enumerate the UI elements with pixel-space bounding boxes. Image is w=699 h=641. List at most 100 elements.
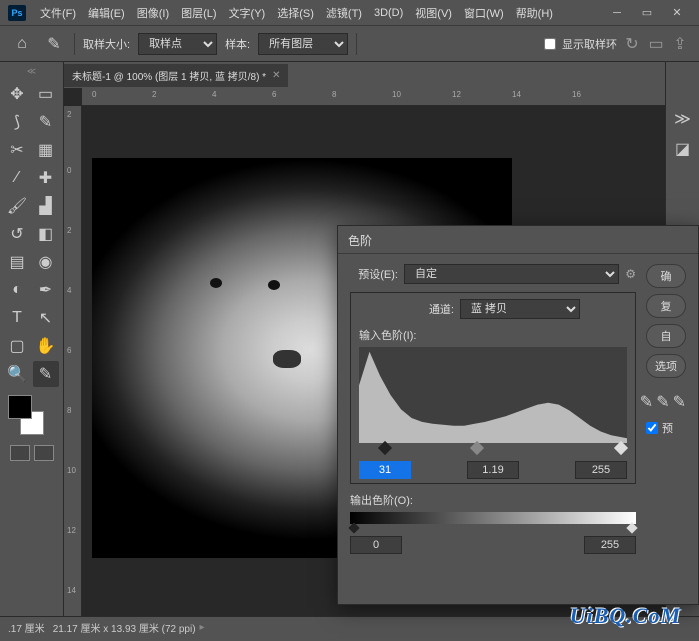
dialog-title[interactable]: 色阶: [338, 226, 698, 254]
input-black-handle[interactable]: [378, 441, 392, 455]
color-sampler-tool[interactable]: ✎: [33, 361, 59, 387]
gradient-tool[interactable]: ▤: [4, 249, 30, 275]
output-gradient[interactable]: [350, 512, 636, 524]
input-slider-track[interactable]: [359, 445, 627, 455]
document-tab[interactable]: 未标题-1 @ 100% (图层 1 拷贝, 蓝 拷贝/8) * ✕: [64, 64, 288, 87]
white-eyedropper-icon[interactable]: ✎: [673, 392, 686, 406]
quickmask-button[interactable]: [10, 445, 30, 461]
histogram-svg: [359, 347, 627, 443]
output-white-handle[interactable]: [626, 522, 637, 533]
move-tool[interactable]: ✥: [4, 81, 30, 107]
refresh-icon[interactable]: ↻: [623, 35, 641, 53]
auto-button[interactable]: 自: [646, 324, 686, 348]
panel-icon[interactable]: ▭: [647, 35, 665, 53]
ruler-tick: 14: [67, 586, 76, 595]
ruler-tick: 10: [392, 90, 401, 99]
menu-filter[interactable]: 滤镜(T): [320, 5, 368, 21]
ruler-horizontal[interactable]: 0 2 4 6 8 10 12 14 16: [82, 88, 665, 106]
input-black-field[interactable]: [359, 461, 411, 479]
maximize-button[interactable]: ▭: [633, 3, 661, 23]
menu-file[interactable]: 文件(F): [34, 5, 82, 21]
color-swatches[interactable]: [4, 395, 44, 435]
status-dimensions: 21.17 厘米 x 13.93 厘米 (72 ppi): [53, 620, 196, 635]
output-black-field[interactable]: [350, 536, 402, 554]
titlebar: Ps 文件(F) 编辑(E) 图像(I) 图层(L) 文字(Y) 选择(S) 滤…: [0, 0, 699, 26]
healing-tool[interactable]: ✚: [33, 165, 59, 191]
frame-tool[interactable]: ▦: [33, 137, 59, 163]
ruler-tick: 0: [67, 166, 71, 175]
separator: [356, 33, 357, 55]
blur-tool[interactable]: ◉: [33, 249, 59, 275]
dodge-tool[interactable]: ◐: [4, 277, 30, 303]
eyedropper-tool[interactable]: ∕: [4, 165, 30, 191]
lasso-tool[interactable]: ⟆: [4, 109, 30, 135]
cancel-button[interactable]: 复: [646, 294, 686, 318]
menu-window[interactable]: 窗口(W): [458, 5, 510, 21]
pen-tool[interactable]: ✒: [33, 277, 59, 303]
ruler-tick: 6: [272, 90, 276, 99]
menu-type[interactable]: 文字(Y): [223, 5, 272, 21]
gray-eyedropper-icon[interactable]: ✎: [656, 392, 669, 406]
minimize-button[interactable]: ─: [603, 3, 631, 23]
sample-size-label: 取样大小:: [83, 36, 130, 52]
menu-layer[interactable]: 图层(L): [175, 5, 222, 21]
type-tool[interactable]: T: [4, 305, 30, 331]
menu-edit[interactable]: 编辑(E): [82, 5, 131, 21]
home-icon[interactable]: ⌂: [10, 32, 34, 56]
foreground-color-swatch[interactable]: [8, 395, 32, 419]
zoom-tool[interactable]: 🔍: [4, 361, 30, 387]
stamp-tool[interactable]: ▟: [33, 193, 59, 219]
ruler-tick: 14: [512, 90, 521, 99]
ruler-tick: 12: [452, 90, 461, 99]
eraser-tool[interactable]: ◧: [33, 221, 59, 247]
sample-select[interactable]: 所有图层: [258, 33, 348, 55]
menu-select[interactable]: 选择(S): [271, 5, 320, 21]
panel-toggle-icon[interactable]: ≫: [670, 106, 696, 132]
crop-tool[interactable]: ✂: [4, 137, 30, 163]
preview-checkbox[interactable]: [646, 422, 658, 434]
shape-tool[interactable]: ▢: [4, 333, 30, 359]
separator: [74, 33, 75, 55]
status-arrow-icon[interactable]: ▸: [200, 622, 205, 633]
path-select-tool[interactable]: ↖: [33, 305, 59, 331]
ruler-vertical[interactable]: 2 0 2 4 6 8 10 12 14: [64, 106, 82, 616]
preset-select[interactable]: 自定: [404, 264, 619, 284]
ok-button[interactable]: 确: [646, 264, 686, 288]
menu-view[interactable]: 视图(V): [409, 5, 458, 21]
options-bar: ⌂ ✎ 取样大小: 取样点 样本: 所有图层 显示取样环 ↻ ▭ ⇪: [0, 26, 699, 62]
preset-label: 预设(E):: [350, 266, 398, 282]
marquee-tool[interactable]: ▭: [33, 81, 59, 107]
show-ring-checkbox[interactable]: [544, 38, 556, 50]
eyedropper-tool-icon[interactable]: ✎: [42, 32, 66, 56]
output-black-handle[interactable]: [348, 522, 359, 533]
input-mid-handle[interactable]: [469, 441, 483, 455]
ruler-tick: 10: [67, 466, 76, 475]
hand-tool[interactable]: ✋: [33, 333, 59, 359]
channel-select[interactable]: 蓝 拷贝: [460, 299, 580, 319]
close-button[interactable]: ✕: [663, 3, 691, 23]
quick-select-tool[interactable]: ✎: [33, 109, 59, 135]
gear-icon[interactable]: ⚙: [625, 267, 636, 281]
share-icon[interactable]: ⇪: [671, 35, 689, 53]
sample-size-select[interactable]: 取样点: [138, 33, 217, 55]
history-brush-tool[interactable]: ↺: [4, 221, 30, 247]
ruler-tick: 4: [67, 286, 71, 295]
histogram[interactable]: [359, 347, 627, 443]
input-white-handle[interactable]: [614, 441, 628, 455]
input-levels-box: 通道: 蓝 拷贝 输入色阶(I):: [350, 292, 636, 484]
options-button[interactable]: 选项: [646, 354, 686, 378]
screenmode-button[interactable]: [34, 445, 54, 461]
black-eyedropper-icon[interactable]: ✎: [640, 392, 653, 406]
menu-3d[interactable]: 3D(D): [368, 7, 409, 19]
document-tabs: 未标题-1 @ 100% (图层 1 拷贝, 蓝 拷贝/8) * ✕: [64, 62, 665, 88]
brush-tool[interactable]: 🖌: [4, 193, 30, 219]
menu-help[interactable]: 帮助(H): [510, 5, 559, 21]
output-white-field[interactable]: [584, 536, 636, 554]
input-mid-field[interactable]: [467, 461, 519, 479]
menu-image[interactable]: 图像(I): [131, 5, 175, 21]
toolbox-collapse-icon[interactable]: ≪: [4, 66, 59, 77]
input-white-field[interactable]: [575, 461, 627, 479]
color-panel-icon[interactable]: ◪: [670, 136, 696, 162]
tab-close-icon[interactable]: ✕: [272, 70, 280, 81]
channel-label: 通道:: [406, 301, 454, 317]
